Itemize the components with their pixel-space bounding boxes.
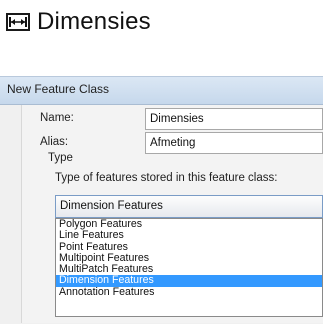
page-heading: Dimensies (6, 4, 151, 40)
name-label: Name: (40, 112, 74, 124)
dialog-title: New Feature Class (0, 77, 323, 105)
page-title: Dimensies (37, 8, 151, 35)
dimension-icon (6, 13, 30, 31)
alias-label: Alias: (40, 136, 69, 148)
name-field[interactable]: Dimensies (145, 108, 323, 130)
type-prompt: Type of features stored in this feature … (55, 172, 278, 184)
feature-type-list: Polygon Features Line Features Point Fea… (55, 218, 323, 317)
option-line-features[interactable]: Line Features (56, 229, 322, 241)
option-annotation-features[interactable]: Annotation Features (56, 286, 322, 298)
feature-type-dropdown[interactable]: Dimension Features (55, 195, 323, 218)
type-group-label: Type (48, 152, 73, 164)
alias-field[interactable]: Afmeting (145, 132, 323, 154)
